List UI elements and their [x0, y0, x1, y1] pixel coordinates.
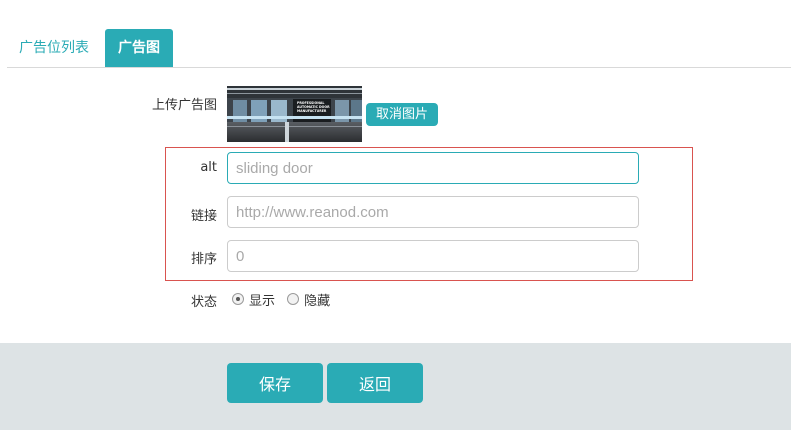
- link-input[interactable]: [227, 196, 639, 228]
- radio-show[interactable]: [232, 293, 244, 305]
- action-footer: 保存 返回: [0, 343, 791, 430]
- subway-platform-image: PROFESSIONAL AUTOMATIC DOOR MANUFACTURER: [227, 86, 362, 142]
- status-label: 状态: [190, 295, 217, 310]
- sort-input[interactable]: [227, 240, 639, 272]
- status-option-hide-label: 隐藏: [304, 293, 331, 309]
- status-option-show[interactable]: 显示: [232, 290, 276, 309]
- alt-label: alt: [200, 160, 217, 175]
- sort-label: 排序: [190, 252, 217, 267]
- cancel-image-button[interactable]: 取消图片: [366, 103, 438, 126]
- status-radio-group: 显示 隐藏: [232, 290, 338, 309]
- ad-image-edit-page: 广告位列表 广告图 上传广告图 PROFESSIONAL AUTOMATIC D…: [0, 0, 791, 430]
- back-button[interactable]: 返回: [327, 363, 423, 403]
- link-label: 链接: [190, 209, 217, 224]
- tab-ad-image[interactable]: 广告图: [105, 29, 173, 67]
- preview-caption-line-3: MANUFACTURER: [297, 109, 327, 113]
- alt-input[interactable]: [227, 152, 639, 184]
- radio-hide[interactable]: [287, 293, 300, 305]
- upload-label: 上传广告图: [151, 98, 217, 113]
- status-option-hide[interactable]: 隐藏: [287, 290, 331, 309]
- tab-bar: 广告位列表 广告图: [7, 29, 791, 68]
- save-button[interactable]: 保存: [227, 363, 323, 403]
- status-option-show-label: 显示: [249, 293, 276, 309]
- tab-ad-position-list[interactable]: 广告位列表: [7, 29, 101, 67]
- ad-image-preview: PROFESSIONAL AUTOMATIC DOOR MANUFACTURER: [227, 86, 362, 142]
